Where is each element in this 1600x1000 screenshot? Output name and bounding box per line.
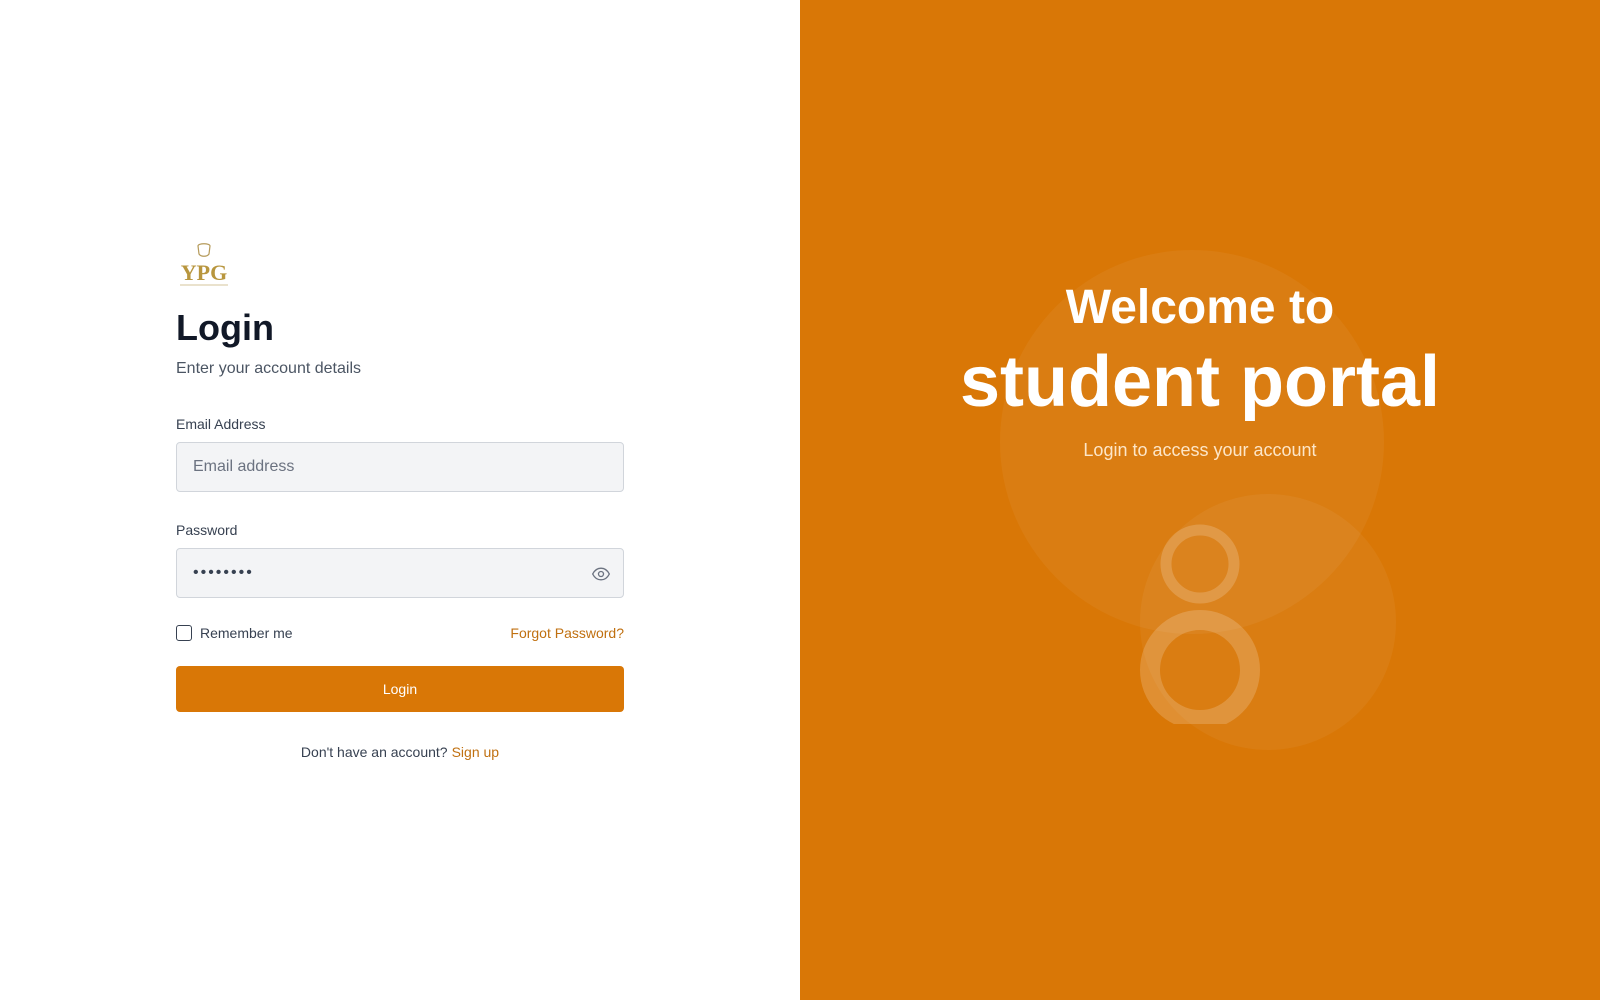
svg-text:YPG: YPG [181, 260, 227, 285]
signup-link[interactable]: Sign up [452, 744, 499, 760]
password-input[interactable] [177, 549, 623, 597]
email-input[interactable] [177, 443, 623, 491]
remember-me-label: Remember me [200, 625, 293, 641]
ypg-logo: YPG [180, 243, 228, 286]
email-label: Email Address [176, 416, 266, 432]
user-silhouette-icon [1140, 524, 1260, 724]
remember-me-toggle[interactable]: Remember me [176, 625, 293, 641]
signup-prompt-text: Don't have an account? [300, 744, 448, 760]
forgot-password-link[interactable]: Forgot Password? [510, 625, 624, 641]
welcome-hero: Welcome to student portal Login to acces… [800, 280, 1600, 462]
eye-icon[interactable] [591, 564, 611, 584]
page-subtitle: Enter your account details [176, 360, 361, 377]
password-field-box [176, 548, 624, 598]
page-title: Login [176, 307, 274, 348]
hero-portal-title: student portal [960, 342, 1440, 422]
hero-subtitle: Login to access your account [1083, 440, 1317, 460]
email-field-box [176, 442, 624, 492]
password-label: Password [176, 522, 238, 538]
remember-me-checkbox[interactable] [176, 625, 192, 641]
login-button[interactable]: Login [176, 666, 624, 712]
login-pane: YPG Login Enter your account details Ema… [0, 0, 800, 1000]
login-options-row: Remember me Forgot Password? [176, 624, 624, 642]
login-form: YPG Login Enter your account details Ema… [176, 242, 624, 760]
hero-welcome-text: Welcome to [1065, 281, 1335, 334]
signup-prompt: Don't have an account? Sign up [176, 744, 624, 760]
welcome-panel: Welcome to student portal Login to acces… [800, 0, 1600, 1000]
